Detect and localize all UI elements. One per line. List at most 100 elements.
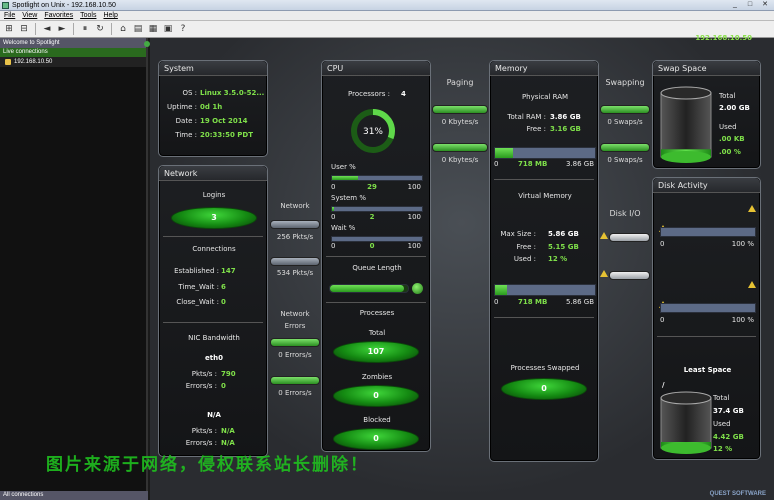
swap-total-label: Total [719,92,736,100]
sidebar-section-live[interactable]: Live connections [0,48,146,57]
time-label: Time : [175,131,197,139]
user-value: 29 [367,183,377,191]
watermark-text: 图片来源于网络，侵权联系站长删除！ [46,455,369,475]
user-label: User % [331,163,356,171]
errors-in-pipe [270,338,320,347]
panel-title: System [159,61,267,76]
connections-label: Connections [192,245,236,253]
cylinder-top [660,391,712,405]
menu-bar: File View Favorites Tools Help [0,11,774,21]
chart-icon[interactable]: ▤ [132,23,144,35]
paging-out-value: 0 Kbytes/s [441,156,479,164]
virtual-used-label: Used : [513,255,536,263]
paging-in-pipe [432,105,488,114]
swapping-in-value: 0 Swaps/s [607,118,643,126]
total-processes-label: Total [368,329,386,337]
bar-min: 0 [494,298,499,306]
disk-activity-panel[interactable]: Disk Activity 0 100 % 0 100 % Least Spac… [652,177,761,460]
connections-sidebar: Welcome to Spotlight Live connections 19… [0,38,148,500]
cpu-utilization-value: 31% [362,127,383,137]
virtual-used-value: 12 % [548,255,568,263]
network-panel[interactable]: Network Logins 3 Connections Established… [158,165,268,457]
errors-out-value: 0 Errors/s [278,389,312,397]
sidebar-item-connection[interactable]: 192.168.10.50 [0,57,146,67]
minimize-button[interactable]: _ [728,0,742,9]
bar-min: 0 [331,242,336,250]
help-icon[interactable]: ? [177,23,189,35]
home-icon[interactable]: ⌂ [117,23,129,35]
disk-io-pipe-2 [609,271,650,280]
max-size-value: 5.86 GB [548,230,579,238]
wait-value: 0 [369,242,375,250]
divider [326,256,426,257]
uptime-value: 0d 1h [200,103,223,111]
layout-icon[interactable]: ▣ [162,23,174,35]
nic1-pkts-label: Pkts/s : [191,370,217,378]
forward-icon[interactable]: ► [56,23,68,35]
swap-cylinder [660,86,712,163]
disk-cylinder [660,391,712,454]
least-space-label: Least Space [683,366,732,374]
menu-view[interactable]: View [22,11,37,20]
menu-favorites[interactable]: Favorites [44,11,73,20]
report-icon[interactable]: ▦ [147,23,159,35]
system-label: System % [331,194,366,202]
virtual-memory-label: Virtual Memory [518,192,572,200]
swap-used-label: Used [719,123,737,131]
paging-out-pipe [432,143,488,152]
sidebar-header[interactable]: Welcome to Spotlight [0,38,146,48]
time-value: 20:33:50 PDT [200,131,253,139]
app-icon [2,2,9,9]
network-in-value: 256 Pkts/s [276,233,314,241]
connect-icon[interactable]: ⊞ [3,23,15,35]
nic-bandwidth-label: NIC Bandwidth [188,334,240,342]
maximize-button[interactable]: □ [743,0,757,9]
user-bar [331,175,423,181]
queue-indicator-icon [412,283,423,294]
established-label: Established : [174,267,219,275]
bar-min: 0 [331,213,336,221]
processors-label: Processors : [348,90,390,98]
bar-fill [332,176,359,180]
disk-1-bar [660,227,756,237]
cpu-panel[interactable]: CPU Processors : 4 31% User % 0 29 100 S… [321,60,431,452]
panel-title: Memory [490,61,598,76]
network-out-pipe [270,257,320,266]
toolbar-divider [73,23,74,35]
memory-panel[interactable]: Memory Physical RAM Total RAM : 3.86 GB … [489,60,599,462]
bar-max: 5.86 GB [565,298,594,306]
sidebar-footer[interactable]: All connections [0,491,148,500]
disconnect-icon[interactable]: ⊟ [18,23,30,35]
menu-help[interactable]: Help [103,11,117,20]
close-button[interactable]: ✕ [758,0,772,9]
swapping-in-pipe [600,105,650,114]
system-value: 2 [369,213,375,221]
bar-max: 100 [407,183,421,191]
wait-label: Wait % [331,224,356,232]
back-icon[interactable]: ◄ [41,23,53,35]
zombies-value: 0 [333,385,419,407]
system-panel[interactable]: System OS : Linux 3.5.0-52... Uptime : 0… [158,60,268,157]
timewait-value: 6 [221,283,226,291]
disk-used-label: Used [713,420,731,428]
network-flow-label: Network [280,202,310,210]
processes-swapped-value: 0 [501,378,587,400]
swap-space-panel[interactable]: Swap Space Total 2.00 GB Used .00 KB .00… [652,60,761,169]
established-value: 147 [221,267,236,275]
menu-file[interactable]: File [4,11,15,20]
network-errors-label: Network Errors [280,310,310,330]
paging-label: Paging [446,78,474,87]
divider [163,236,263,237]
total-ram-label: Total RAM : [507,113,546,121]
stop-icon[interactable]: ⏸ [79,23,91,35]
window-titlebar: Spotlight on Unix - 192.168.10.50 _ □ ✕ [0,0,774,11]
menu-tools[interactable]: Tools [80,11,96,20]
cylinder-top [660,86,712,100]
toolbar-divider [35,23,36,35]
bar-fill [495,285,507,295]
swap-used-percent: .00 % [719,148,741,156]
refresh-icon[interactable]: ↻ [94,23,106,35]
physical-used-value: 718 MB [518,160,548,168]
network-in-pipe [270,220,320,229]
nic2-pkts-label: Pkts/s : [191,427,217,435]
